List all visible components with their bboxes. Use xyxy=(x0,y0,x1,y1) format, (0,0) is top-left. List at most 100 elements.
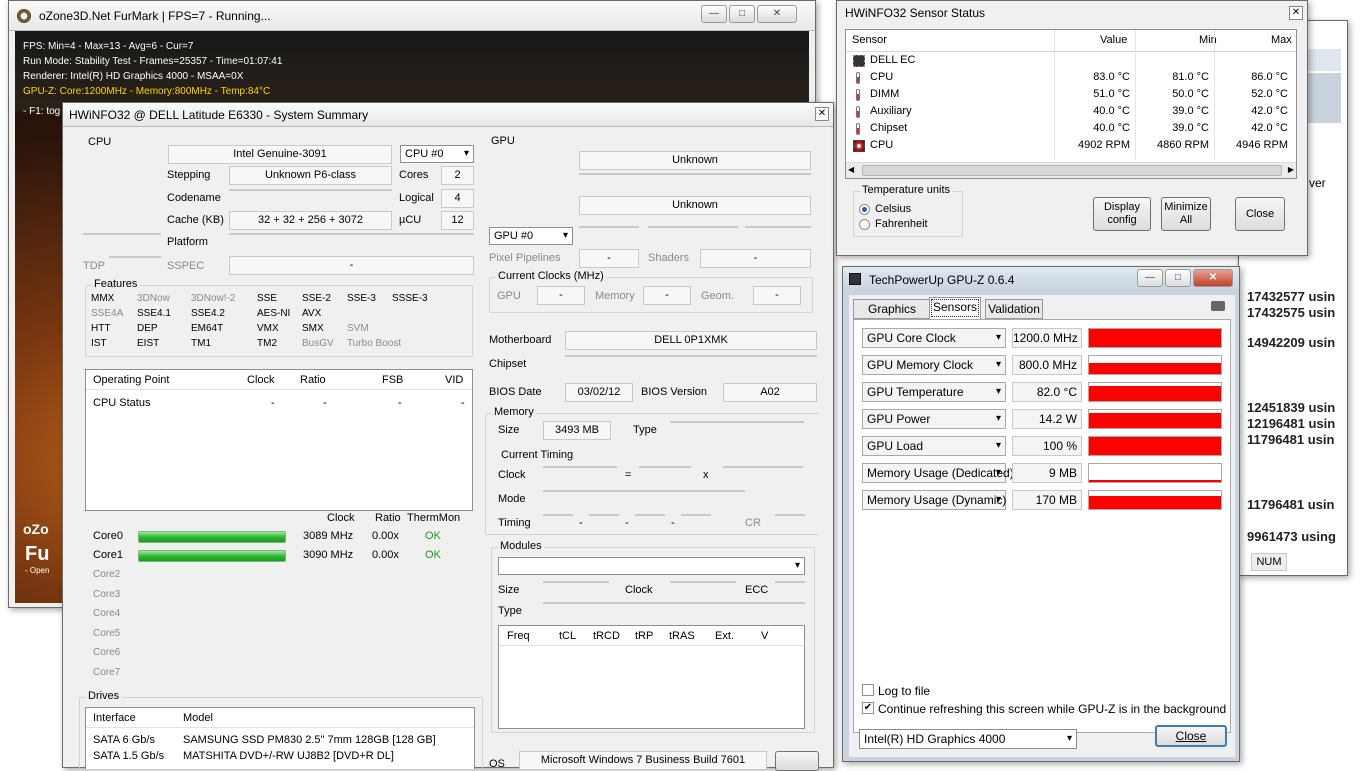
cores-col-ratio: Ratio xyxy=(375,512,401,524)
sensor-titlebar[interactable]: HWiNFO32 Sensor Status ✕ xyxy=(837,1,1307,25)
cache-value: 32 + 32 + 256 + 3072 xyxy=(229,211,392,230)
scroll-right-arrow[interactable]: ▶ xyxy=(1288,165,1294,174)
bg-line: 12451839 usin xyxy=(1247,400,1336,415)
motherboard-label: Motherboard xyxy=(489,334,552,346)
sensor-hscrollbar[interactable]: ◀ ▶ xyxy=(846,162,1296,178)
close-button[interactable]: ✕ xyxy=(1193,269,1233,287)
sensor-name-dropdown[interactable]: GPU Load xyxy=(862,436,1006,456)
gpuz-window[interactable]: TechPowerUp GPU-Z 0.6.4 — □ ✕ Graphics C… xyxy=(842,266,1240,762)
sensor-col-value: Value xyxy=(1100,34,1128,46)
mode-label: Mode xyxy=(498,493,526,505)
minimize-button[interactable]: — xyxy=(1137,269,1163,287)
cpu-select[interactable]: CPU #0 xyxy=(400,145,474,163)
bg-line: 17432577 usin xyxy=(1247,289,1336,304)
tab-sensors[interactable]: Sensors xyxy=(929,297,981,319)
close-button[interactable]: ✕ xyxy=(757,5,797,23)
sensor-reading: 9 MB xyxy=(1012,463,1082,483)
drive-interface: SATA 6 Gb/s xyxy=(93,734,155,746)
timing-t2 xyxy=(589,514,619,516)
current-timing-label: Current Timing xyxy=(499,449,576,461)
minimize-all-button[interactable]: Minimize All xyxy=(1161,197,1211,231)
tab-validation[interactable]: Validation xyxy=(985,299,1043,319)
maximize-button[interactable]: □ xyxy=(729,5,755,23)
drive-model: MATSHITA DVD+/-RW UJ8B2 [DVD+R DL] xyxy=(183,750,394,762)
system-summary-window[interactable]: HWiNFO32 @ DELL Latitude E6330 - System … xyxy=(62,102,834,771)
feature-flag: 3DNow xyxy=(137,293,170,304)
sensor-min: 4860 RPM xyxy=(1157,139,1209,151)
scroll-thumb[interactable] xyxy=(862,165,1282,176)
tab-graphics-card[interactable]: Graphics Card xyxy=(853,299,931,334)
maximize-button[interactable]: □ xyxy=(1165,269,1191,287)
feature-flag: SSE-2 xyxy=(302,293,331,304)
summary-titlebar[interactable]: HWiNFO32 @ DELL Latitude E6330 - System … xyxy=(63,103,833,127)
op-col-header: Ratio xyxy=(300,374,326,386)
sensor-name-dropdown[interactable]: Memory Usage (Dynamic) xyxy=(862,490,1006,510)
pixel-pipelines-value: - xyxy=(579,249,639,268)
module-select[interactable] xyxy=(498,557,805,575)
scroll-left-arrow[interactable]: ◀ xyxy=(848,165,854,174)
display-config-button[interactable]: Display config xyxy=(1093,197,1151,231)
sensor-value: 83.0 °C xyxy=(1093,71,1130,83)
gpu-clock-label: GPU xyxy=(497,290,521,302)
sensor-min: 50.0 °C xyxy=(1172,88,1209,100)
platform-label: Platform xyxy=(167,236,208,248)
current-timing-group: Current Timing xyxy=(493,449,813,537)
core-load-bar xyxy=(138,550,286,562)
op-col-header: Operating Point xyxy=(93,374,170,386)
stepping-label: Stepping xyxy=(167,169,211,181)
mod-type-label: Type xyxy=(498,605,522,617)
core-ratio: 0.00x xyxy=(372,530,399,542)
drives-table: Interface Model SATA 6 Gb/s SAMSUNG SSD … xyxy=(85,707,475,769)
save-report-button[interactable] xyxy=(775,751,819,771)
gpuz-titlebar[interactable]: TechPowerUp GPU-Z 0.6.4 — □ ✕ xyxy=(843,267,1239,291)
sensor-name-dropdown[interactable]: GPU Core Clock xyxy=(862,328,1006,348)
mem-clock-value: - xyxy=(643,286,691,305)
mod-ecc-value xyxy=(775,581,805,583)
sspec-value: - xyxy=(229,256,474,275)
feature-flag: SSE xyxy=(257,293,278,304)
cores-col-clock: Clock xyxy=(327,512,355,524)
timing-eq: = xyxy=(625,469,632,481)
gpu-select[interactable]: GPU #0 xyxy=(489,227,573,245)
tdp-label: TDP xyxy=(83,260,105,272)
fahrenheit-radio[interactable] xyxy=(859,219,870,230)
furmark-logo: oZo xyxy=(23,521,49,537)
sensor-status-window[interactable]: HWiNFO32 Sensor Status ✕ Sensor Value Mi… xyxy=(836,0,1308,256)
sensor-name-dropdown[interactable]: GPU Power xyxy=(862,409,1006,429)
bg-line: 17432575 usin xyxy=(1247,305,1336,320)
minimize-button[interactable]: — xyxy=(701,5,727,23)
drive-interface: SATA 1.5 Gb/s xyxy=(93,750,165,762)
feature-flag: TM2 xyxy=(257,338,277,349)
sspec-label: SSPEC xyxy=(167,260,205,272)
sensor-close-button[interactable]: Close xyxy=(1235,197,1285,231)
sensor-min: 39.0 °C xyxy=(1172,105,1209,117)
close-button[interactable]: ✕ xyxy=(815,107,829,121)
furmark-titlebar[interactable]: oZone3D.Net FurMark | FPS=7 - Running...… xyxy=(9,1,815,31)
feature-flag: SSSE-3 xyxy=(392,293,428,304)
celsius-label: Celsius xyxy=(875,203,912,215)
sensor-name-dropdown[interactable]: Memory Usage (Dedicated) xyxy=(862,463,1014,483)
chip-icon xyxy=(853,55,865,67)
module-timing-table: Freq tCL tRCD tRP tRAS Ext. V xyxy=(498,625,805,729)
timing-clock-label: Clock xyxy=(498,469,526,481)
sensor-graph xyxy=(1088,355,1222,375)
continue-refresh-checkbox[interactable]: ✔ xyxy=(862,702,874,714)
sensor-table: Sensor Value Min Max DELL EC CPU 83.0 °C 81… xyxy=(845,29,1297,179)
gpu-field-c xyxy=(745,226,811,228)
sensor-name-dropdown[interactable]: GPU Temperature xyxy=(862,382,1006,402)
geom-clock-value: - xyxy=(753,286,801,305)
close-button[interactable]: ✕ xyxy=(1289,6,1303,20)
celsius-radio[interactable] xyxy=(859,204,870,215)
core-name: Core2 xyxy=(93,569,121,580)
log-to-file-checkbox[interactable] xyxy=(862,684,874,696)
feature-flag: 3DNow!-2 xyxy=(191,293,236,304)
gpuz-close-button[interactable]: Close xyxy=(1155,725,1227,747)
sensor-value: 4902 RPM xyxy=(1078,139,1130,151)
sensor-name-dropdown[interactable]: GPU Memory Clock xyxy=(862,355,1006,375)
camera-icon[interactable] xyxy=(1211,301,1225,311)
sensor-max: 42.0 °C xyxy=(1251,122,1288,134)
pixel-pipelines-label: Pixel Pipelines xyxy=(489,252,561,264)
device-select[interactable]: Intel(R) HD Graphics 4000 xyxy=(859,729,1077,749)
furmark-logo: - Open xyxy=(25,566,50,575)
mod-clock-value xyxy=(670,581,736,583)
